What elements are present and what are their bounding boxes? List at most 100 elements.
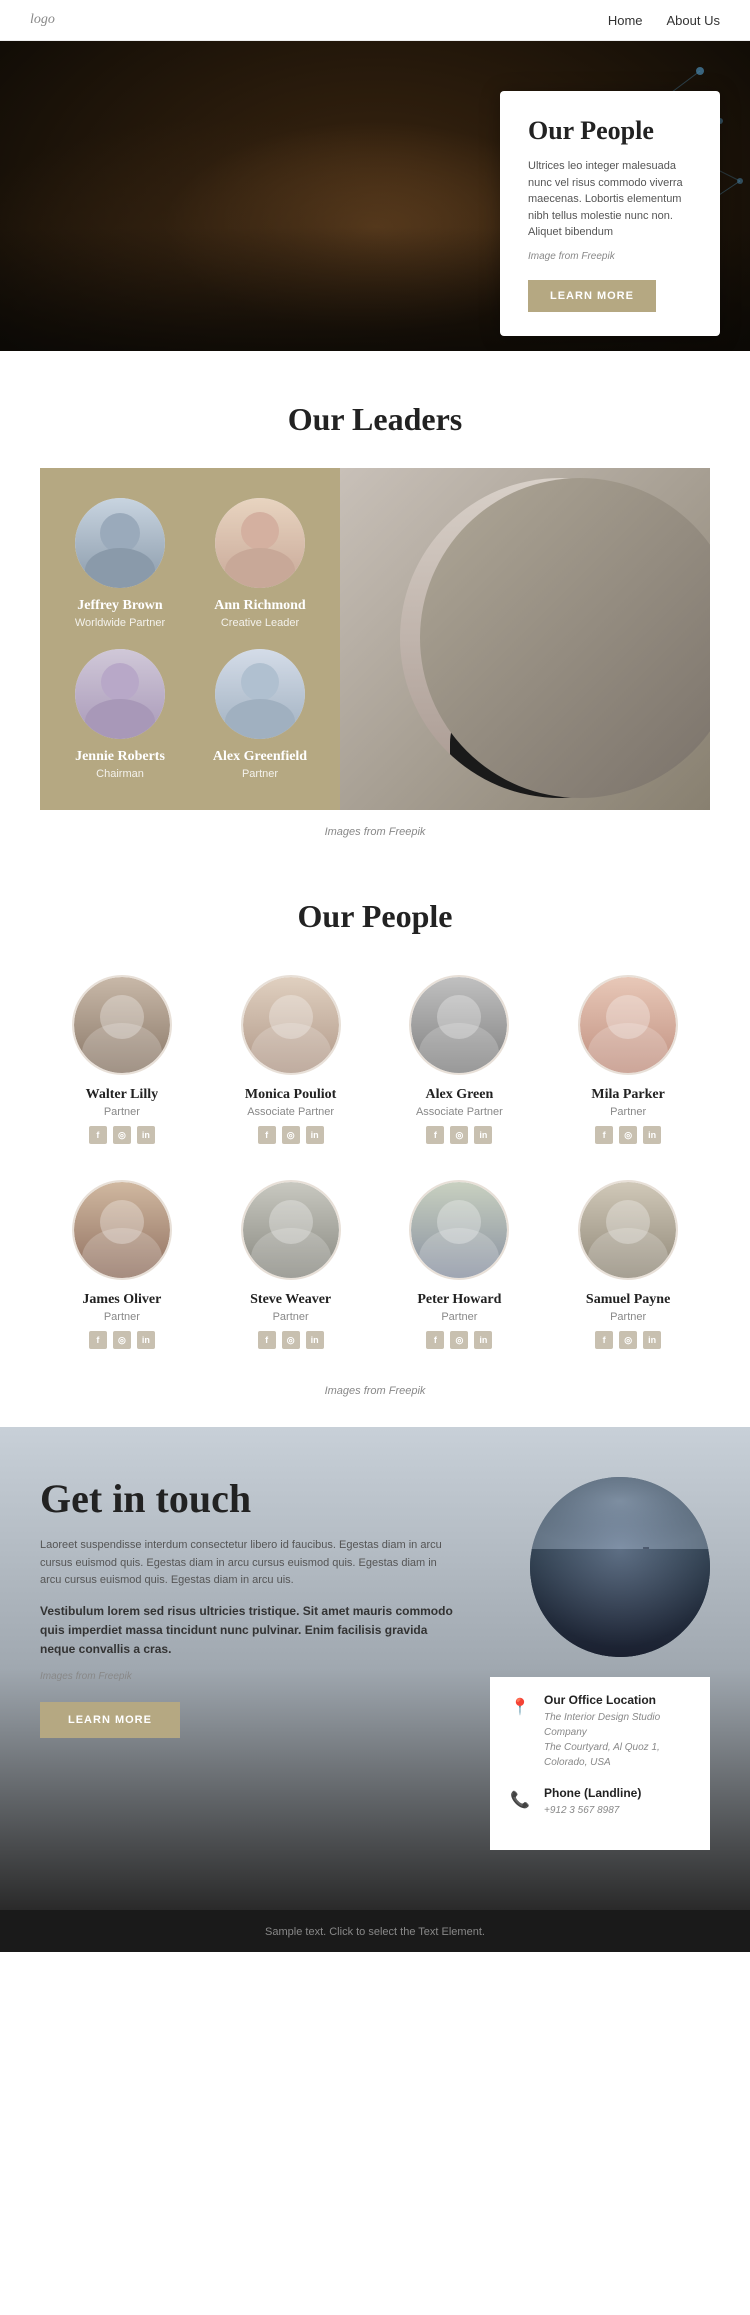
office-line2: The Courtyard, Al Quoz 1, Colorado, USA — [544, 1740, 694, 1770]
nav-links: Home About Us — [608, 13, 720, 28]
facebook-icon-samuel[interactable]: f — [595, 1331, 613, 1349]
leaders-images-credit: Images from Freepik — [40, 826, 710, 838]
person-avatar-mila — [578, 975, 678, 1075]
person-role-steve: Partner — [214, 1311, 368, 1323]
person-card-mila: Mila Parker Partner f ◎ in — [546, 965, 710, 1160]
people-images-credit: Images from Freepik — [40, 1385, 710, 1397]
facebook-icon-james[interactable]: f — [89, 1331, 107, 1349]
phone-label: Phone (Landline) — [544, 1786, 641, 1800]
person-avatar-img-samuel — [580, 1182, 676, 1278]
linkedin-icon-samuel[interactable]: in — [643, 1331, 661, 1349]
social-icons-steve: f ◎ in — [214, 1331, 368, 1349]
contact-description: Laoreet suspendisse interdum consectetur… — [40, 1537, 460, 1590]
instagram-icon-james[interactable]: ◎ — [113, 1331, 131, 1349]
leader-name-alexg: Alex Greenfield — [200, 749, 320, 765]
linkedin-icon-james[interactable]: in — [137, 1331, 155, 1349]
facebook-icon-steve[interactable]: f — [258, 1331, 276, 1349]
person-avatar-img-james — [74, 1182, 170, 1278]
social-icons-alexgreen: f ◎ in — [383, 1126, 537, 1144]
person-card-monica: Monica Pouliot Associate Partner f ◎ in — [209, 965, 373, 1160]
leader-card-jennie: Jennie Roberts Chairman — [60, 649, 180, 780]
contact-left: Get in touch Laoreet suspendisse interdu… — [40, 1477, 460, 1850]
linkedin-icon-walter[interactable]: in — [137, 1126, 155, 1144]
nav-home-link[interactable]: Home — [608, 13, 643, 28]
people-section: Our People Walter Lilly Partner f ◎ in M… — [0, 868, 750, 1427]
leader-card-ann: Ann Richmond Creative Leader — [200, 498, 320, 629]
contact-info-box: 📍 Our Office Location The Interior Desig… — [490, 1677, 710, 1850]
leader-avatar-jeffrey — [75, 498, 165, 588]
contact-learn-more-button[interactable]: LEARN MORE — [40, 1702, 180, 1738]
contact-section: Get in touch Laoreet suspendisse interdu… — [0, 1427, 750, 1910]
footer-text: Sample text. Click to select the Text El… — [265, 1926, 485, 1938]
contact-title: Get in touch — [40, 1477, 460, 1521]
person-card-james: James Oliver Partner f ◎ in — [40, 1170, 204, 1365]
person-card-steve: Steve Weaver Partner f ◎ in — [209, 1170, 373, 1365]
leader-card-alexg: Alex Greenfield Partner — [200, 649, 320, 780]
city-skyline-svg — [530, 1477, 710, 1657]
person-avatar-img-monica — [243, 977, 339, 1073]
office-line1: The Interior Design Studio Company — [544, 1710, 694, 1740]
person-avatar-img-alexgreen — [411, 977, 507, 1073]
hero-learn-more-button[interactable]: LEARN MORE — [528, 280, 656, 312]
social-icons-mila: f ◎ in — [551, 1126, 705, 1144]
person-name-peter: Peter Howard — [383, 1292, 537, 1308]
facebook-icon-alexgreen[interactable]: f — [426, 1126, 444, 1144]
instagram-icon-alexgreen[interactable]: ◎ — [450, 1126, 468, 1144]
instagram-icon-monica[interactable]: ◎ — [282, 1126, 300, 1144]
contact-bold-text: Vestibulum lorem sed risus ultricies tri… — [40, 1602, 460, 1660]
contact-office-item: 📍 Our Office Location The Interior Desig… — [506, 1693, 694, 1770]
leaders-feature-image — [340, 468, 710, 810]
person-card-peter: Peter Howard Partner f ◎ in — [378, 1170, 542, 1365]
person-card-alexgreen: Alex Green Associate Partner f ◎ in — [378, 965, 542, 1160]
linkedin-icon-monica[interactable]: in — [306, 1126, 324, 1144]
leaders-person-image — [400, 478, 710, 798]
instagram-icon-walter[interactable]: ◎ — [113, 1126, 131, 1144]
instagram-icon-steve[interactable]: ◎ — [282, 1331, 300, 1349]
facebook-icon-monica[interactable]: f — [258, 1126, 276, 1144]
person-role-alexgreen: Associate Partner — [383, 1106, 537, 1118]
phone-number: +912 3 567 8987 — [544, 1803, 641, 1818]
nav-about-link[interactable]: About Us — [667, 13, 720, 28]
social-icons-walter: f ◎ in — [45, 1126, 199, 1144]
person-card-walter: Walter Lilly Partner f ◎ in — [40, 965, 204, 1160]
contact-image-credit: Images from Freepik — [40, 1671, 460, 1682]
leader-role-jennie: Chairman — [60, 768, 180, 780]
contact-phone-item: 📞 Phone (Landline) +912 3 567 8987 — [506, 1786, 694, 1818]
person-avatar-peter — [409, 1180, 509, 1280]
leader-name-jennie: Jennie Roberts — [60, 749, 180, 765]
linkedin-icon-steve[interactable]: in — [306, 1331, 324, 1349]
person-name-mila: Mila Parker — [551, 1087, 705, 1103]
person-avatar-img-peter — [411, 1182, 507, 1278]
social-icons-monica: f ◎ in — [214, 1126, 368, 1144]
person-card-samuel: Samuel Payne Partner f ◎ in — [546, 1170, 710, 1365]
person-name-monica: Monica Pouliot — [214, 1087, 368, 1103]
leaders-grid: Jeffrey Brown Worldwide Partner Ann Rich… — [40, 468, 710, 810]
person-name-steve: Steve Weaver — [214, 1292, 368, 1308]
person-role-samuel: Partner — [551, 1311, 705, 1323]
location-icon: 📍 — [506, 1693, 534, 1721]
person-role-peter: Partner — [383, 1311, 537, 1323]
facebook-icon-peter[interactable]: f — [426, 1331, 444, 1349]
instagram-icon-peter[interactable]: ◎ — [450, 1331, 468, 1349]
phone-icon: 📞 — [506, 1786, 534, 1814]
linkedin-icon-mila[interactable]: in — [643, 1126, 661, 1144]
hero-section: Our People Ultrices leo integer malesuad… — [0, 41, 750, 351]
leader-avatar-alexg — [215, 649, 305, 739]
linkedin-icon-alexgreen[interactable]: in — [474, 1126, 492, 1144]
person-avatar-alexgreen — [409, 975, 509, 1075]
leader-role-alexg: Partner — [200, 768, 320, 780]
leaders-section: Our Leaders Jeffrey Brown Worldwide Part… — [0, 351, 750, 868]
linkedin-icon-peter[interactable]: in — [474, 1331, 492, 1349]
person-role-james: Partner — [45, 1311, 199, 1323]
person-avatar-monica — [241, 975, 341, 1075]
footer: Sample text. Click to select the Text El… — [0, 1910, 750, 1952]
person-avatar-samuel — [578, 1180, 678, 1280]
person-avatar-walter — [72, 975, 172, 1075]
instagram-icon-samuel[interactable]: ◎ — [619, 1331, 637, 1349]
hero-card: Our People Ultrices leo integer malesuad… — [500, 91, 720, 336]
leader-avatar-ann — [215, 498, 305, 588]
facebook-icon-walter[interactable]: f — [89, 1126, 107, 1144]
leader-name-ann: Ann Richmond — [200, 598, 320, 614]
instagram-icon-mila[interactable]: ◎ — [619, 1126, 637, 1144]
facebook-icon-mila[interactable]: f — [595, 1126, 613, 1144]
